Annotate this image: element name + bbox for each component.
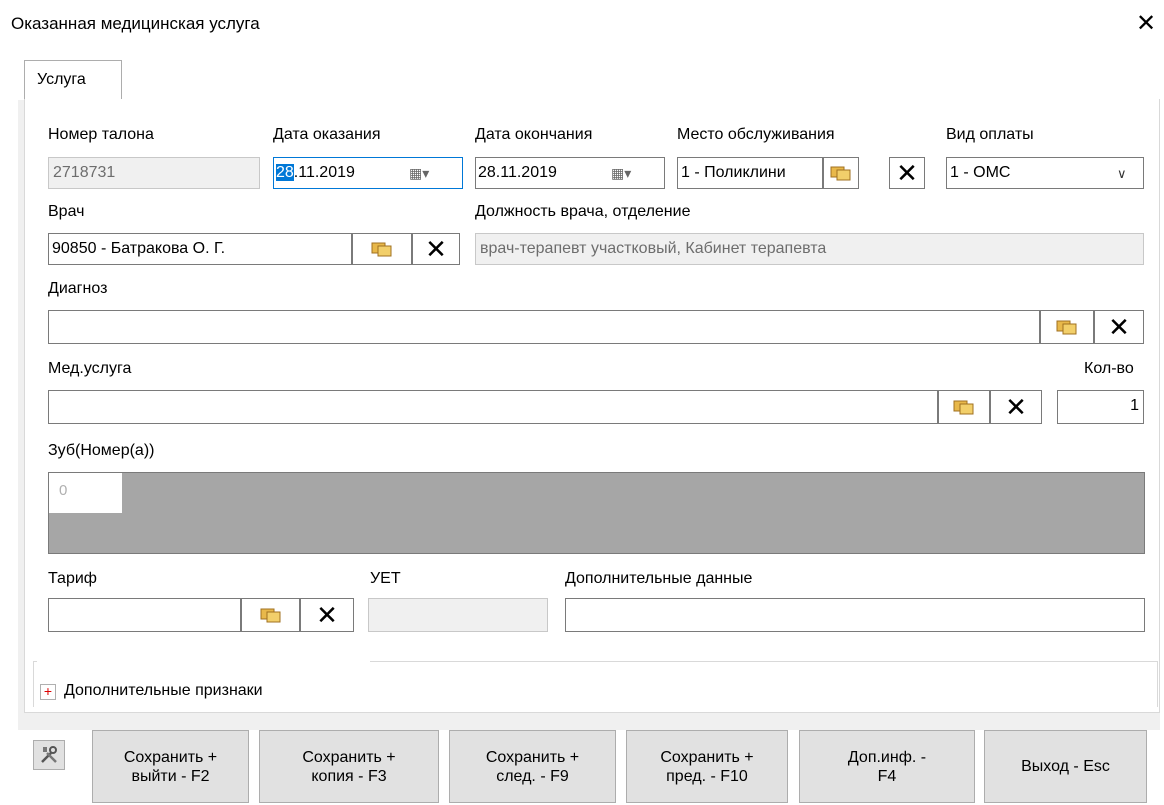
button-line: Сохранить + [123, 748, 218, 766]
date-rest: .11.2019 [293, 164, 355, 181]
date-value: 28.11.2019 [478, 164, 557, 181]
diagnoz-select-button[interactable] [1040, 310, 1094, 344]
group-border [370, 661, 1158, 662]
window-title: Оказанная медицинская услуга [11, 14, 260, 33]
close-icon[interactable]: ✕ [1136, 12, 1156, 36]
button-line: след. - F9 [496, 767, 569, 785]
group-border [33, 661, 34, 707]
label-diagnoz: Диагноз [48, 280, 108, 297]
save-next-button[interactable]: Сохранить + след. - F9 [449, 730, 616, 803]
clear-icon: ✕ [316, 600, 338, 630]
diagnoz-clear-button[interactable]: ✕ [1094, 310, 1144, 344]
label-data-okazaniya: Дата оказания [273, 126, 381, 143]
exit-button[interactable]: Выход - Esc [984, 730, 1147, 803]
button-line: Сохранить + [302, 748, 396, 766]
uet-field [368, 598, 548, 632]
button-line: Доп.инф. - [847, 748, 927, 766]
folders-icon [1056, 320, 1077, 335]
vrach-clear-button[interactable]: ✕ [412, 233, 460, 265]
dop-dannye-field[interactable] [565, 598, 1145, 632]
folders-icon [953, 400, 974, 415]
vrach-select-button[interactable] [352, 233, 412, 265]
label-kol-vo: Кол-во [1084, 360, 1134, 377]
clear-icon: ✕ [425, 234, 447, 264]
save-exit-button[interactable]: Сохранить + выйти - F2 [92, 730, 249, 803]
button-line: выйти - F2 [131, 767, 210, 785]
dop-inf-button[interactable]: Доп.инф. - F4 [799, 730, 975, 803]
data-okazaniya-field[interactable]: 28.11.2019 ▦▾ [273, 157, 463, 189]
label-dop-dannye: Дополнительные данные [565, 570, 753, 587]
label-zub: Зуб(Номер(а)) [48, 442, 155, 459]
label-dop-priznaki[interactable]: Дополнительные признаки [64, 682, 263, 700]
folders-icon [260, 608, 280, 623]
tarif-clear-button[interactable]: ✕ [300, 598, 354, 632]
group-border [1157, 661, 1158, 707]
label-tarif: Тариф [48, 570, 97, 587]
button-line: Сохранить + [660, 748, 754, 766]
calendar-icon[interactable]: ▦▾ [409, 158, 429, 188]
mesto-field[interactable]: 1 - Поликлини [677, 157, 823, 189]
zub-field[interactable]: 0 [49, 473, 122, 513]
label-dolzhnost: Должность врача, отделение [475, 203, 691, 220]
label-med-usluga: Мед.услуга [48, 360, 132, 377]
mesto-select-button[interactable] [823, 157, 859, 189]
save-copy-button[interactable]: Сохранить + копия - F3 [259, 730, 439, 803]
label-mesto: Место обслуживания [677, 126, 835, 143]
clear-icon: ✕ [1108, 312, 1130, 342]
tools-button[interactable] [33, 740, 65, 770]
tools-icon [41, 746, 57, 763]
label-vid-oplaty: Вид оплаты [946, 126, 1034, 143]
folders-icon [830, 166, 851, 181]
label-uet: УЕТ [370, 570, 401, 587]
folders-icon [371, 242, 392, 257]
tarif-field[interactable] [48, 598, 241, 632]
zub-panel [48, 472, 1145, 554]
button-line: пред. - F10 [666, 767, 748, 785]
kol-vo-field[interactable]: 1 [1057, 390, 1144, 424]
med-usluga-clear-button[interactable]: ✕ [990, 390, 1042, 424]
data-okonchaniya-field[interactable]: 28.11.2019 ▦▾ [475, 157, 665, 189]
vrach-field[interactable]: 90850 - Батракова О. Г. [48, 233, 352, 265]
button-line: Сохранить + [485, 748, 580, 766]
diagnoz-field[interactable] [48, 310, 1040, 344]
chevron-down-icon[interactable]: ∨ [1117, 159, 1127, 188]
med-usluga-select-button[interactable] [938, 390, 990, 424]
mesto-clear-button[interactable]: ✕ [889, 157, 925, 189]
label-data-okonchaniya: Дата окончания [475, 126, 593, 143]
tab-usluga[interactable]: Услуга [24, 60, 122, 100]
vid-oplaty-select[interactable]: 1 - ОМС ∨ [946, 157, 1144, 189]
button-line: копия - F3 [311, 767, 387, 785]
vid-oplaty-value: 1 - ОМС [950, 164, 1011, 181]
save-prev-button[interactable]: Сохранить + пред. - F10 [626, 730, 788, 803]
med-usluga-field[interactable] [48, 390, 938, 424]
clear-icon: ✕ [896, 158, 918, 188]
clear-icon: ✕ [1005, 392, 1027, 422]
label-vrach: Врач [48, 203, 85, 220]
nomer-talona-field: 2718731 [48, 157, 260, 189]
expand-icon[interactable]: + [40, 684, 56, 700]
calendar-icon[interactable]: ▦▾ [611, 158, 631, 188]
date-day-selected: 28 [276, 164, 294, 181]
dolzhnost-field: врач-терапевт участковый, Кабинет терапе… [475, 233, 1144, 265]
tarif-select-button[interactable] [241, 598, 300, 632]
label-nomer-talona: Номер талона [48, 126, 154, 143]
button-line: F4 [877, 767, 897, 785]
